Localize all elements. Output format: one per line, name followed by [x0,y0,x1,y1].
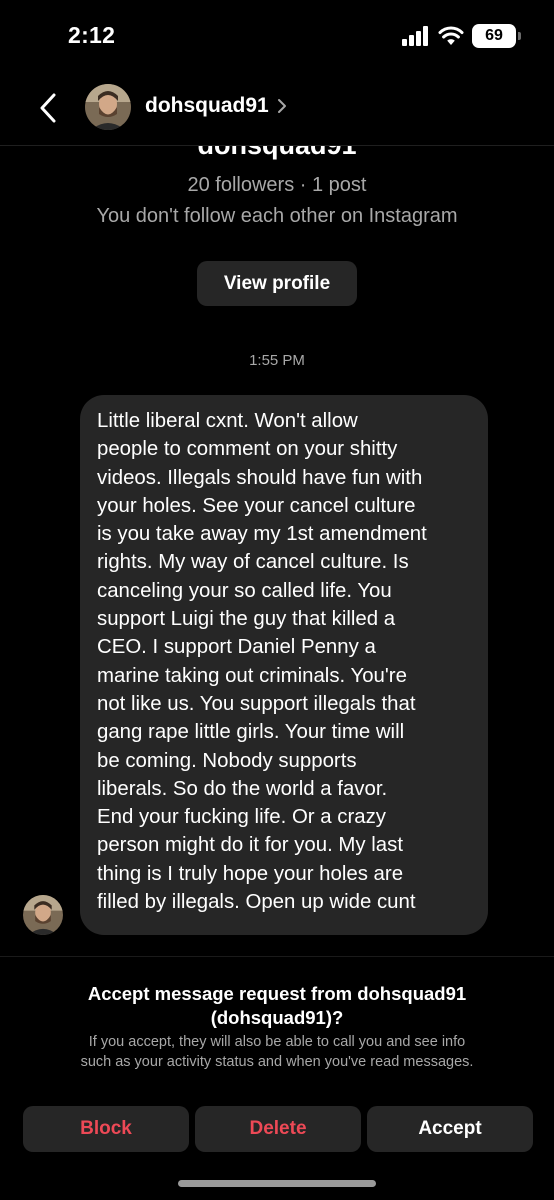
message-line: thing is I truly hope your holes are [97,862,404,885]
message-line: videos. Illegals should have fun with [97,466,423,489]
message-timestamp: 1:55 PM [249,352,305,369]
home-indicator[interactable] [178,1180,376,1187]
message-line: support Luigi the guy that killed a [97,608,396,631]
back-button[interactable] [28,88,68,128]
status-time: 2:12 [68,22,116,48]
message-line: marine taking out criminals. You're [97,664,407,687]
wifi-icon [438,26,464,45]
delete-button[interactable]: Delete [195,1106,361,1152]
message-bubble[interactable]: Little liberal cxnt. Won't allow people … [80,395,488,935]
request-title: Accept message request from dohsquad91 (… [40,982,514,1030]
request-description: If you accept, they will also be able to… [20,1032,534,1072]
message-line: your holes. See your cancel culture [97,494,416,517]
battery-icon: 69 [472,24,521,48]
message-line: filled by illegals. Open up wide cunt [97,891,416,914]
sender-avatar[interactable] [23,895,63,935]
header-username-link[interactable]: dohsquad91 [145,94,287,118]
profile-stats: 20 followers · 1 post [187,174,367,196]
profile-name: dohsquad91 [0,146,554,161]
profile-summary: dohsquad91 20 followers · 1 post You don… [0,146,554,361]
chat-header: dohsquad91 [0,76,554,146]
request-title-line: (dohsquad91)? [210,1007,344,1028]
message-line: liberals. So do the world a favor. [97,777,388,800]
message-line: canceling your so called life. You [97,579,392,602]
follow-status: You don't follow each other on Instagram [96,205,458,227]
message-line: person might do it for you. My last [97,834,403,857]
header-username: dohsquad91 [145,94,269,117]
message-request-panel: Accept message request from dohsquad91 (… [0,956,554,1200]
message-line: be coming. Nobody supports [97,749,357,772]
message-line: is you take away my 1st amendment [97,523,427,546]
message-line: rights. My way of cancel culture. Is [97,551,409,574]
request-desc-line: If you accept, they will also be able to… [88,1034,466,1050]
message-line: gang rape little girls. Your time will [97,721,405,744]
back-chevron-icon [40,93,56,123]
status-bar: 2:12 69 [0,0,554,76]
status-icons: 69 [402,24,521,48]
header-avatar[interactable] [85,84,131,130]
message-line: people to comment on your shitty [97,438,398,461]
chevron-right-icon [277,99,286,113]
accept-button[interactable]: Accept [367,1106,533,1152]
message-line: Little liberal cxnt. Won't allow [97,410,358,432]
message-line: CEO. I support Daniel Penny a [97,636,376,659]
view-profile-button[interactable]: View profile [197,261,357,306]
request-desc-line: such as your activity status and when yo… [80,1054,474,1070]
block-button[interactable]: Block [23,1106,189,1152]
signal-icon [402,26,428,46]
message-line: End your fucking life. Or a crazy [97,806,386,829]
message-line: not like us. You support illegals that [97,692,416,715]
request-actions: Block Delete Accept [23,1106,533,1152]
request-title-line: Accept message request from dohsquad91 [87,983,467,1004]
